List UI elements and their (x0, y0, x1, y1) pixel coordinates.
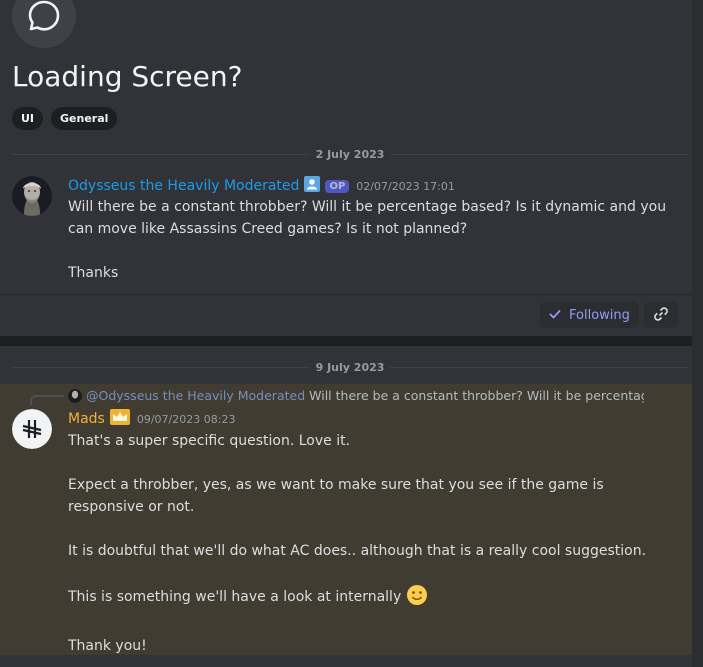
scrollbar[interactable] (692, 0, 703, 667)
op-badge: OP (325, 179, 350, 193)
crown-icon (109, 409, 130, 429)
message-content: That's a super specific question. Love i… (68, 430, 646, 657)
author-name[interactable]: Mads (68, 411, 105, 427)
tag-ui[interactable]: UI (12, 107, 44, 130)
avatar[interactable] (12, 176, 52, 216)
user-badge-icon (304, 176, 321, 196)
divider-date: 9 July 2023 (315, 360, 385, 374)
divider-date: 2 July 2023 (315, 147, 385, 161)
following-label: Following (569, 307, 630, 323)
thread-separator (0, 294, 692, 295)
checkmark-icon (549, 308, 561, 323)
reply-connector (30, 395, 64, 405)
date-divider: 9 July 2023 (12, 360, 689, 374)
message-timestamp[interactable]: 02/07/2023 17:01 (356, 180, 455, 193)
message-header: Mads 09/07/2023 08:23 (68, 409, 235, 429)
date-divider: 2 July 2023 (12, 147, 689, 161)
link-icon (654, 306, 668, 325)
thread-title: Loading Screen? (12, 60, 243, 93)
reply-preview[interactable]: @Odysseus the Heavily Moderated Will the… (68, 388, 644, 403)
tag-general[interactable]: General (51, 107, 118, 130)
thread-header-area (0, 0, 692, 336)
author-name[interactable]: Odysseus the Heavily Moderated (68, 178, 299, 194)
section-divider (0, 336, 692, 346)
message-content: Will there be a constant throbber? Will … (68, 199, 667, 281)
reply-mention[interactable]: @Odysseus the Heavily Moderated (86, 388, 305, 403)
slightly-smiling-face-icon (406, 584, 428, 613)
message-header: Odysseus the Heavily Moderated OP 02/07/… (68, 176, 455, 196)
avatar[interactable] (12, 409, 52, 449)
copy-link-button[interactable] (644, 302, 678, 328)
message-timestamp[interactable]: 09/07/2023 08:23 (137, 413, 236, 426)
following-button[interactable]: Following (540, 302, 639, 328)
thread-tags: UI General (12, 107, 118, 130)
message-closing: Thank you! (68, 638, 147, 654)
avatar (68, 388, 82, 403)
message-text: That's a super specific question. Love i… (68, 433, 647, 605)
reply-text: Will there be a constant throbber? Will … (309, 388, 644, 403)
